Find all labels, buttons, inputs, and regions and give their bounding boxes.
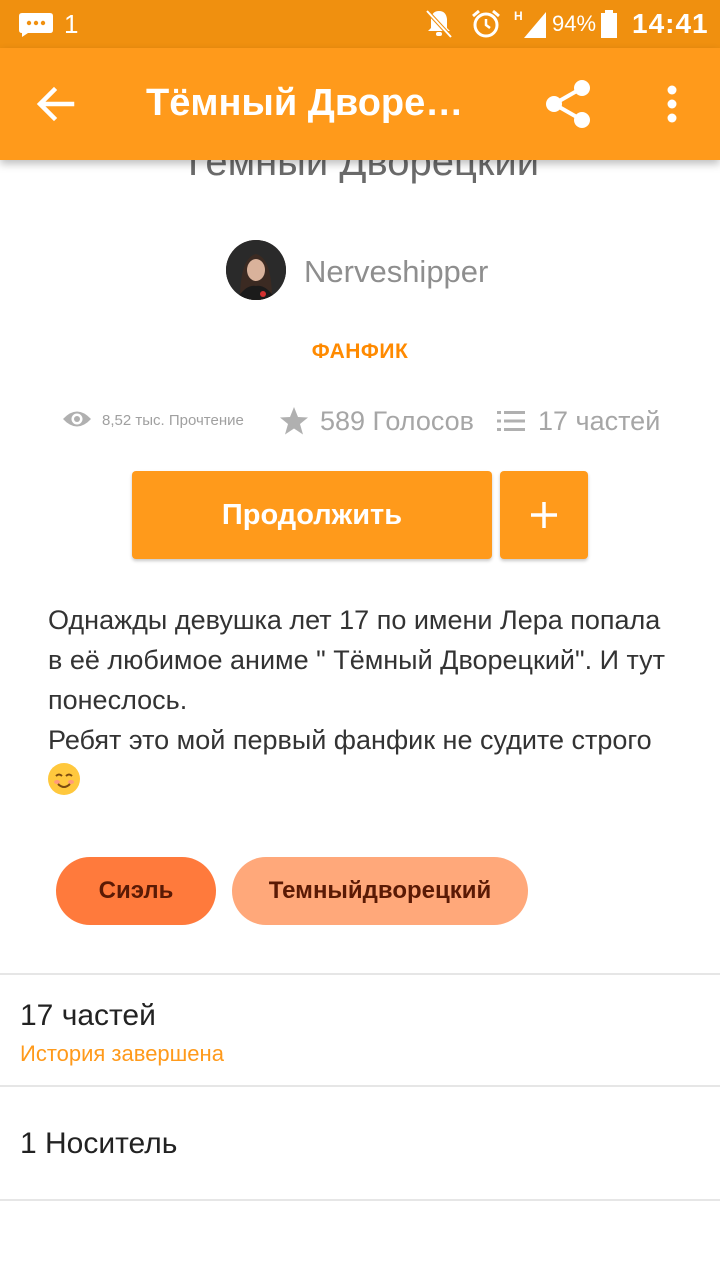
medium-row[interactable]: 1 Носитель (0, 1087, 720, 1199)
signal-icon: H (514, 9, 546, 38)
author-avatar[interactable] (226, 240, 286, 300)
medium-title: 1 Носитель (20, 1127, 178, 1160)
notification-count: 1 (64, 9, 79, 39)
list-icon (497, 411, 525, 431)
description-text: Ребят это мой первый фанфик не судите ст… (48, 725, 652, 755)
votes-count: 589 Голосов (320, 406, 475, 436)
completion-status: История завершена (20, 1041, 224, 1066)
parts-title: 17 частей (20, 999, 156, 1032)
parts-count: 17 частей (538, 406, 661, 436)
svg-text:H: H (514, 9, 523, 23)
eye-icon (63, 411, 91, 427)
notifications-off-icon (425, 9, 453, 39)
app-bar: Тёмный Дворецкий (0, 48, 720, 160)
divider (0, 1199, 720, 1201)
add-to-library-button[interactable] (500, 471, 588, 559)
clock: 14:41 (632, 8, 709, 39)
author-name[interactable]: Nerveshipper (304, 254, 488, 290)
more-vert-icon[interactable] (650, 78, 694, 130)
status-bar: 1 H 94% 14:41 (0, 0, 720, 48)
app-bar-title: Тёмный Дворецкий (146, 82, 486, 124)
battery-percent: 94% (552, 11, 597, 36)
back-arrow-icon[interactable] (30, 78, 82, 130)
tag-chip[interactable]: Сиэль (56, 857, 216, 925)
alarm-icon (472, 9, 500, 38)
tag-chip[interactable]: Темныйдворецкий (232, 857, 528, 925)
smiling-emoji-icon (48, 763, 80, 795)
share-icon[interactable] (540, 76, 596, 132)
plus-icon (531, 502, 557, 528)
message-icon (19, 13, 53, 37)
category-label[interactable]: ФАНФИК (0, 340, 720, 364)
description-paragraph: Однажды девушка лет 17 по имени Лера поп… (48, 605, 666, 715)
story-stats: 8,52 тыс. Прочтение 589 Голосов 17 часте… (0, 400, 720, 446)
parts-list-row[interactable]: 17 частей История завершена (0, 975, 720, 1085)
battery-icon (601, 10, 617, 38)
description-paragraph: Ребят это мой первый фанфик не судите ст… (48, 720, 668, 800)
reads-count: 8,52 тыс. Прочтение (102, 412, 244, 429)
avatar-picture (226, 240, 286, 300)
continue-reading-button[interactable]: Продолжить (132, 471, 492, 559)
star-icon (280, 407, 308, 435)
story-description: Однажды девушка лет 17 по имени Лера поп… (48, 600, 668, 800)
